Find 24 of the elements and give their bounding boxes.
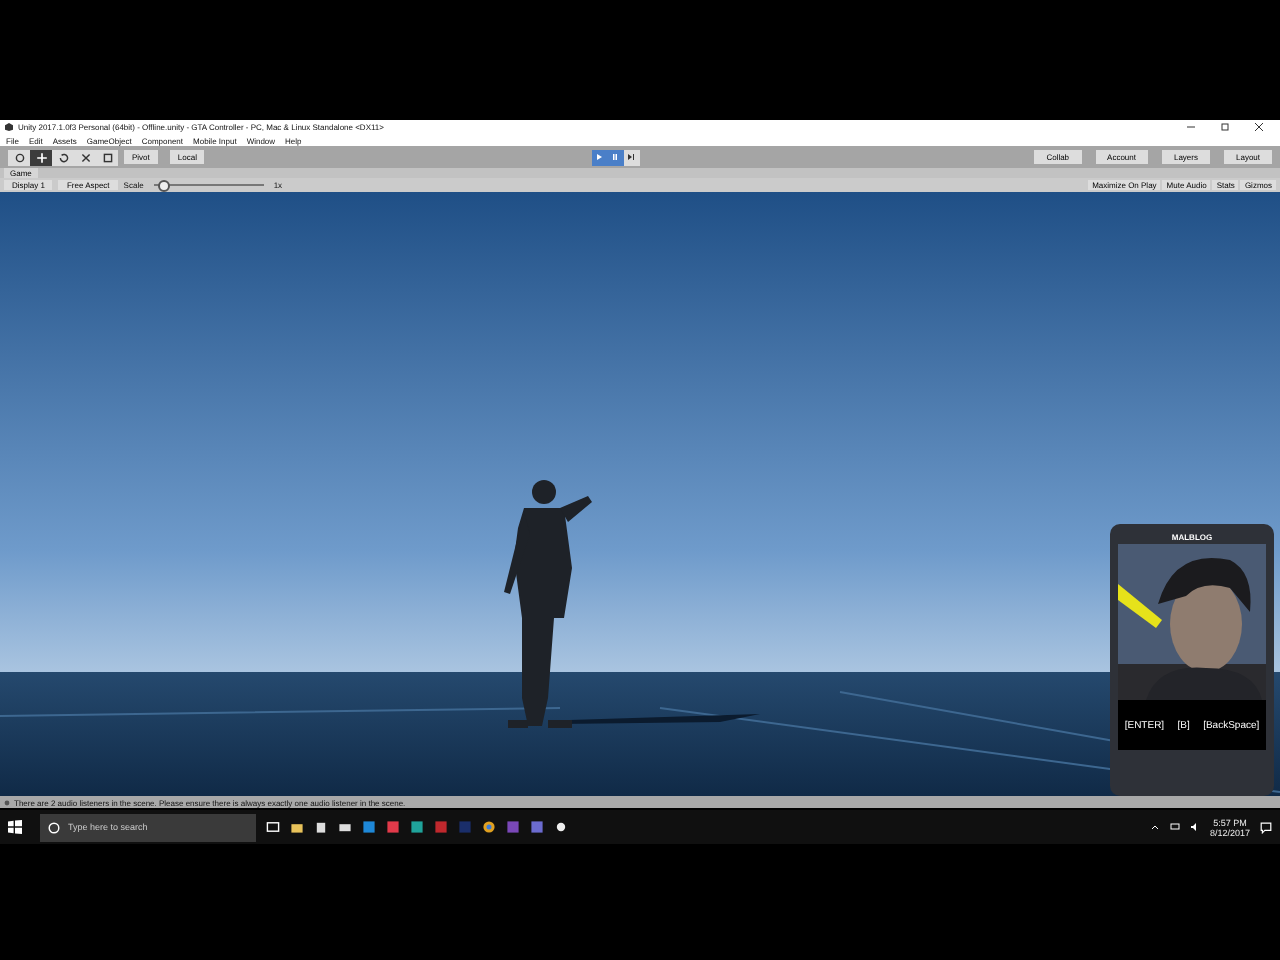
notification-icon[interactable] xyxy=(1260,821,1272,833)
close-icon[interactable] xyxy=(1254,122,1264,132)
move-icon xyxy=(35,151,47,163)
slider-thumb[interactable] xyxy=(158,180,171,192)
task-view-icon[interactable] xyxy=(266,820,280,834)
rotate-icon xyxy=(57,151,69,163)
minimize-icon[interactable] xyxy=(1186,122,1196,132)
tool-button[interactable] xyxy=(52,149,74,165)
windows-logo-icon[interactable] xyxy=(8,820,22,834)
tool-button[interactable] xyxy=(96,149,118,165)
rect-tool-icon xyxy=(101,151,113,163)
volume-icon[interactable] xyxy=(1189,822,1200,832)
info-icon xyxy=(4,799,10,805)
maximize-icon[interactable] xyxy=(1220,122,1230,132)
play-icon xyxy=(594,152,605,162)
network-icon[interactable] xyxy=(1169,822,1180,832)
play-control-button[interactable] xyxy=(591,149,608,165)
pause-icon xyxy=(610,152,621,162)
browser-icon[interactable] xyxy=(482,820,496,834)
folder-icon[interactable] xyxy=(290,820,304,834)
scale-icon xyxy=(79,151,91,163)
tool-button[interactable] xyxy=(30,149,52,165)
step-icon xyxy=(626,152,637,162)
tool-button[interactable] xyxy=(8,149,30,165)
